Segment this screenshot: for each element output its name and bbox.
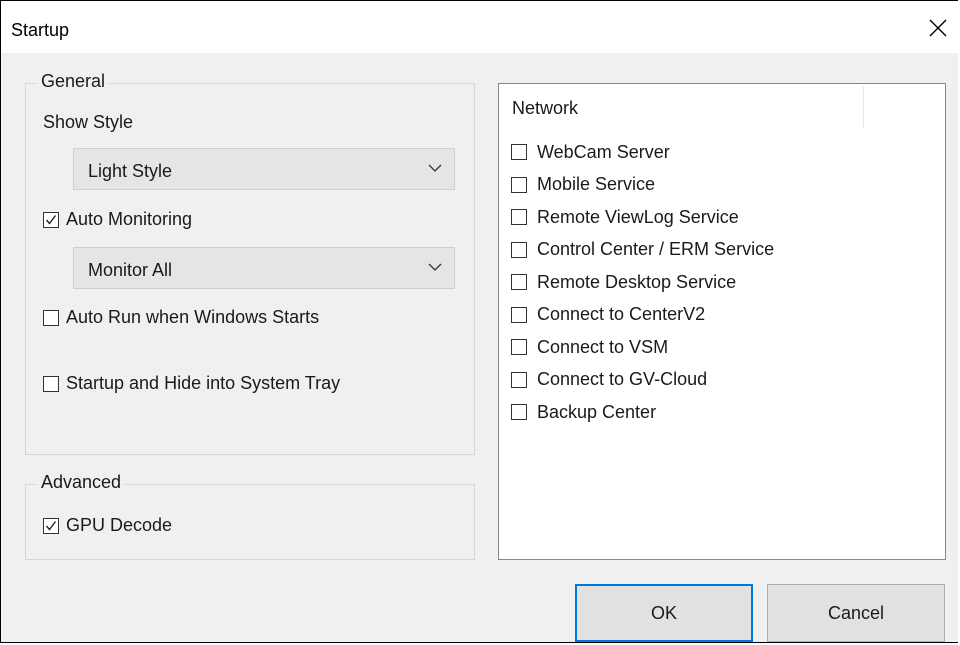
network-item-remote-viewlog[interactable]: Remote ViewLog Service bbox=[511, 201, 774, 234]
network-item-backup-center[interactable]: Backup Center bbox=[511, 396, 774, 429]
auto-monitoring-label: Auto Monitoring bbox=[66, 209, 193, 229]
monitor-dropdown[interactable]: Monitor All bbox=[73, 247, 455, 289]
list-item-label: Backup Center bbox=[537, 401, 657, 422]
gpu-decode-label: GPU Decode bbox=[66, 515, 173, 535]
network-item-gv-cloud[interactable]: Connect to GV-Cloud bbox=[511, 364, 774, 397]
ok-button[interactable]: OK bbox=[575, 584, 753, 642]
list-item-label: Remote ViewLog Service bbox=[537, 206, 739, 227]
gpu-decode-checkbox[interactable]: GPU Decode bbox=[43, 515, 172, 536]
chevron-down-icon bbox=[428, 263, 442, 271]
list-item-check[interactable] bbox=[511, 144, 527, 161]
cancel-button[interactable]: Cancel bbox=[767, 584, 945, 642]
network-items: WebCam Server Mobile Service Remote View… bbox=[511, 136, 774, 429]
show-style-label: Show Style bbox=[43, 112, 134, 132]
list-item-label: Connect to CenterV2 bbox=[537, 304, 706, 325]
window-title: Startup bbox=[11, 20, 70, 40]
close-button[interactable] bbox=[921, 11, 955, 45]
hide-tray-label: Startup and Hide into System Tray bbox=[66, 373, 341, 393]
auto-run-label: Auto Run when Windows Starts bbox=[66, 307, 320, 327]
chevron-down-icon bbox=[428, 164, 442, 172]
advanced-legend: Advanced bbox=[37, 472, 126, 493]
hide-tray-checkbox[interactable]: Startup and Hide into System Tray bbox=[43, 373, 340, 394]
checkmark-icon bbox=[45, 520, 57, 531]
network-list[interactable]: Network WebCam Server Mobile Service Rem… bbox=[498, 83, 946, 560]
network-item-vsm[interactable]: Connect to VSM bbox=[511, 331, 774, 364]
checkmark-icon bbox=[45, 214, 57, 225]
list-item-label: Connect to VSM bbox=[537, 336, 669, 357]
close-icon bbox=[929, 19, 947, 37]
header-divider bbox=[863, 86, 864, 128]
auto-monitoring-checkbox[interactable]: Auto Monitoring bbox=[43, 209, 192, 230]
network-item-control-center[interactable]: Control Center / ERM Service bbox=[511, 234, 774, 267]
network-item-centerv2[interactable]: Connect to CenterV2 bbox=[511, 299, 774, 332]
show-style-value: Light Style bbox=[88, 161, 173, 181]
network-list-header[interactable]: Network bbox=[499, 84, 945, 128]
network-item-webcam-server[interactable]: WebCam Server bbox=[511, 136, 774, 169]
hide-tray-check bbox=[43, 375, 59, 392]
list-item-check[interactable] bbox=[511, 241, 527, 258]
list-item-check[interactable] bbox=[511, 306, 527, 323]
monitor-value: Monitor All bbox=[88, 260, 173, 280]
startup-dialog: Startup General Show Style Light Style A… bbox=[0, 0, 960, 643]
list-item-label: Control Center / ERM Service bbox=[537, 239, 775, 260]
auto-monitoring-check bbox=[43, 211, 59, 228]
list-item-label: WebCam Server bbox=[537, 141, 670, 162]
list-item-check[interactable] bbox=[511, 371, 527, 388]
list-item-check[interactable] bbox=[511, 209, 527, 226]
list-item-check[interactable] bbox=[511, 404, 527, 421]
network-header-label: Network bbox=[512, 98, 579, 118]
network-item-remote-desktop[interactable]: Remote Desktop Service bbox=[511, 266, 774, 299]
title-bar: Startup bbox=[1, 1, 960, 53]
list-item-label: Connect to GV-Cloud bbox=[537, 369, 708, 390]
list-item-check[interactable] bbox=[511, 274, 527, 291]
network-item-mobile-service[interactable]: Mobile Service bbox=[511, 169, 774, 202]
gpu-decode-check bbox=[43, 517, 59, 534]
list-item-check[interactable] bbox=[511, 339, 527, 356]
list-item-check[interactable] bbox=[511, 176, 527, 193]
general-legend: General bbox=[37, 71, 110, 92]
auto-run-checkbox[interactable]: Auto Run when Windows Starts bbox=[43, 307, 319, 328]
list-item-label: Mobile Service bbox=[537, 174, 656, 195]
list-item-label: Remote Desktop Service bbox=[537, 271, 737, 292]
show-style-dropdown[interactable]: Light Style bbox=[73, 148, 455, 190]
auto-run-check bbox=[43, 309, 59, 326]
